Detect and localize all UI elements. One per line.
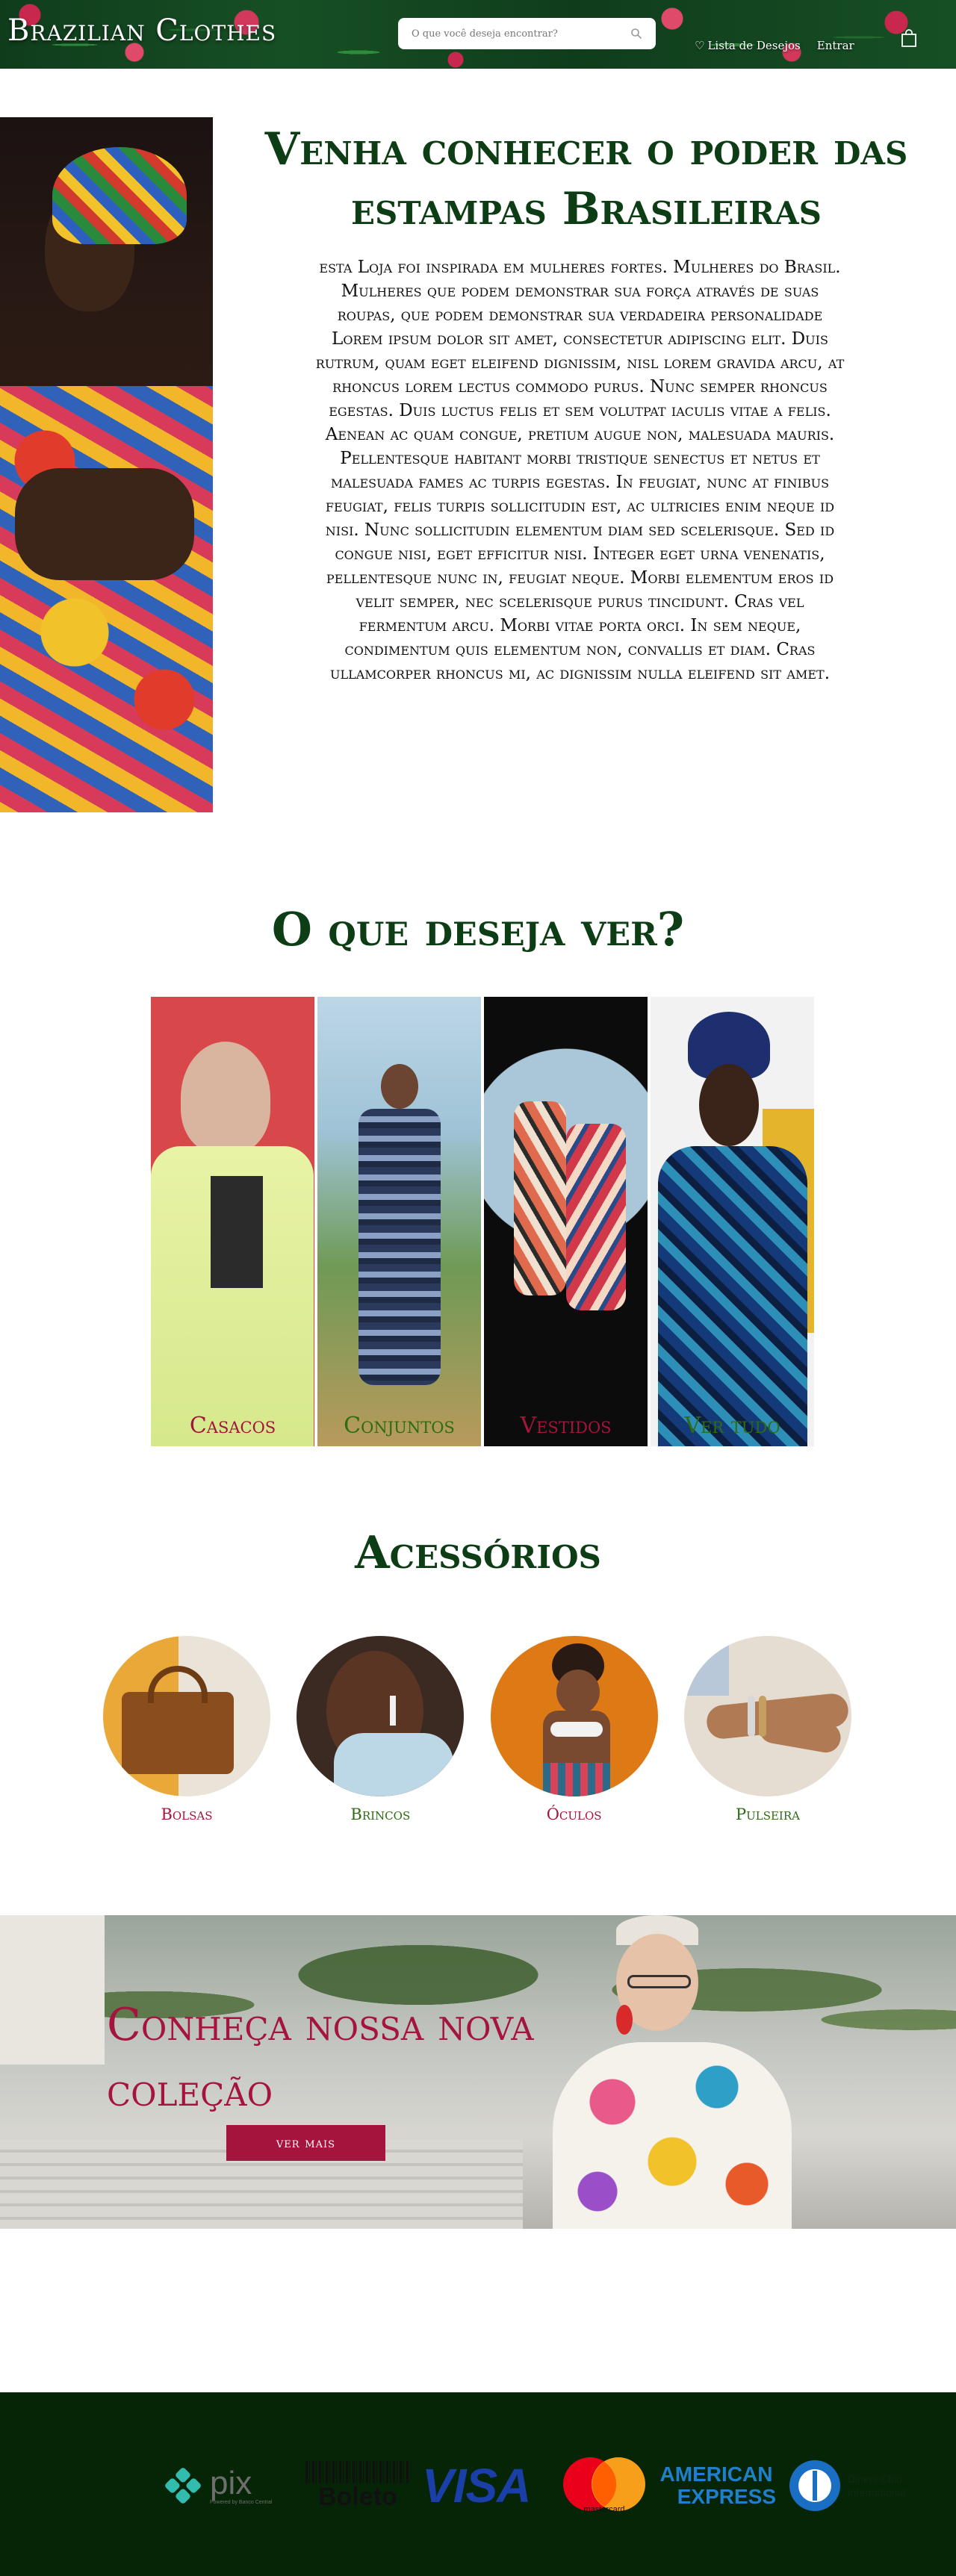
accessory-image xyxy=(297,1636,465,1796)
category-grid: Casacos Conjuntos Vestidos Ver tudo xyxy=(151,997,814,1446)
accessory-label: Bolsas xyxy=(161,1805,213,1823)
category-card-ver-tudo[interactable]: Ver tudo xyxy=(651,997,814,1446)
banner-model-image xyxy=(553,1915,792,2229)
accessory-brincos[interactable]: Brincos xyxy=(297,1636,465,1823)
header-nav: ♡ Lista de Desejos Entrar xyxy=(695,39,854,52)
shopping-bag-icon[interactable] xyxy=(900,28,918,48)
accessory-bolsas[interactable]: Bolsas xyxy=(103,1636,270,1823)
diners-icon xyxy=(789,2460,840,2511)
login-link[interactable]: Entrar xyxy=(817,39,854,52)
pix-text: pix xyxy=(210,2464,252,2501)
wishlist-label: Lista de Desejos xyxy=(707,39,801,52)
category-label: Vestidos xyxy=(520,1413,612,1439)
category-card-vestidos[interactable]: Vestidos xyxy=(484,997,648,1446)
search-icon[interactable] xyxy=(630,28,642,40)
wishlist-link[interactable]: ♡ Lista de Desejos xyxy=(695,39,801,52)
heart-icon: ♡ xyxy=(695,39,705,52)
pix-subtext: Powered by Banco Central xyxy=(210,2499,273,2505)
hero-description: esta Loja foi inspirada em mulheres fort… xyxy=(315,258,845,683)
pix-icon xyxy=(165,2468,201,2504)
hero-title: Venha conhecer o poder das estampas Bras… xyxy=(264,123,908,235)
accessory-image xyxy=(103,1636,270,1796)
accessory-image xyxy=(683,1636,851,1796)
category-card-casacos[interactable]: Casacos xyxy=(151,997,314,1446)
diners-logo: Diners Club International xyxy=(788,2457,956,2515)
see-more-button[interactable]: ver mais xyxy=(226,2125,385,2161)
site-logo[interactable]: Brazilian Clothes xyxy=(7,13,276,48)
barcode-icon xyxy=(305,2461,410,2483)
accessories-title: Acessórios xyxy=(355,1527,601,1579)
pix-logo: pix Powered by Banco Central xyxy=(161,2457,291,2515)
category-label: Conjuntos xyxy=(344,1413,455,1439)
banner-title: Conheça nossa nova coleção xyxy=(107,1999,534,2117)
boleto-logo: Boleto xyxy=(302,2457,413,2515)
categories-title: O que deseja ver? xyxy=(271,902,685,956)
accessory-label: Óculos xyxy=(546,1805,602,1823)
category-card-conjuntos[interactable]: Conjuntos xyxy=(317,997,481,1446)
hero-image xyxy=(0,117,213,812)
accessory-oculos[interactable]: Óculos xyxy=(490,1636,658,1823)
accessory-image xyxy=(490,1636,658,1796)
accessory-pulseira[interactable]: Pulseira xyxy=(683,1636,851,1823)
category-label: Ver tudo xyxy=(684,1413,780,1439)
boleto-text: Boleto xyxy=(318,2483,397,2511)
visa-logo: VISA xyxy=(422,2459,531,2513)
mastercard-icon xyxy=(563,2457,645,2511)
site-header: Brazilian Clothes ♡Lista de Desejos Entr… xyxy=(0,0,956,69)
category-label: Casacos xyxy=(189,1413,276,1439)
mastercard-logo: mastercard xyxy=(560,2457,648,2515)
accessory-label: Pulseira xyxy=(735,1805,800,1823)
accessory-label: Brincos xyxy=(350,1805,411,1823)
amex-logo: AMERICAN EXPRESS xyxy=(659,2463,776,2508)
search-input[interactable] xyxy=(412,28,630,40)
accessories-list: Bolsas Brincos Óculos Pulseira xyxy=(103,1636,851,1823)
search-bar[interactable] xyxy=(398,18,656,49)
